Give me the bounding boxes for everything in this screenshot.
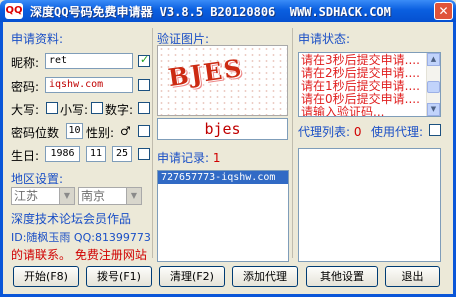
uppercase-checkbox[interactable] <box>46 102 58 114</box>
close-button[interactable]: ✕ <box>434 2 453 20</box>
digit-label: 数字: <box>105 103 134 117</box>
title-bar: QQ 深度QQ号码免费申请器 V3.8.5 B20120806 WWW.SDHA… <box>0 0 456 22</box>
birth-month-field[interactable]: 11 <box>86 146 106 162</box>
start-button[interactable]: 开始(F8) <box>13 266 79 287</box>
chevron-down-icon: ▼ <box>126 188 141 204</box>
column-divider <box>152 28 153 258</box>
records-list[interactable]: 727657773-iqshw.com <box>157 170 289 262</box>
use-proxy-label: 使用代理: <box>371 125 424 139</box>
notice-text: 的请联系。 免费注册网站 <box>11 248 147 262</box>
captcha-image[interactable]: BJES <box>157 45 288 116</box>
password-length-label: 密码位数 <box>11 126 60 140</box>
window-title: 深度QQ号码免费申请器 V3.8.5 B20120806 WWW.SDHACK.… <box>30 5 391 19</box>
proxy-list[interactable] <box>298 148 441 262</box>
chevron-down-icon: ▼ <box>59 188 74 204</box>
birthday-checkbox[interactable] <box>138 148 150 160</box>
status-heading: 申请状态: <box>298 32 351 46</box>
nickname-label: 昵称: <box>11 56 40 70</box>
proxy-list-label: 代理列表: 0 <box>298 123 362 140</box>
password-checkbox[interactable] <box>138 79 150 91</box>
scroll-thumb[interactable] <box>427 81 440 93</box>
add-proxy-button[interactable]: 添加代理 <box>232 266 298 287</box>
gender-label: 性别: <box>86 126 115 140</box>
nickname-checkbox[interactable] <box>138 53 150 67</box>
author-text: ID:随枫玉雨 QQ:81399773 <box>11 231 151 244</box>
birth-year-field[interactable]: 1986 <box>45 146 80 162</box>
captcha-input[interactable]: bjes <box>157 118 288 140</box>
records-heading-label: 申请记录: <box>157 151 210 165</box>
status-scrollbar[interactable]: ▲ ▼ <box>426 53 440 116</box>
use-proxy-checkbox[interactable] <box>429 124 441 136</box>
city-value: 南京 <box>81 189 106 203</box>
password-field[interactable]: iqshw.com <box>45 77 133 93</box>
nickname-field[interactable]: ret <box>45 53 133 69</box>
birthday-label: 生日: <box>11 149 40 163</box>
gender-checkbox[interactable] <box>138 125 150 137</box>
proxy-count: 0 <box>353 125 362 139</box>
other-settings-button[interactable]: 其他设置 <box>306 266 378 287</box>
city-select[interactable]: 南京 ▼ <box>78 187 142 205</box>
list-item[interactable]: 727657773-iqshw.com <box>158 171 288 184</box>
status-list[interactable]: 请在3秒后提交申请.... 请在2秒后提交申请.... 请在1秒后提交申请...… <box>298 52 441 117</box>
status-lines: 请在3秒后提交申请.... 请在2秒后提交申请.... 请在1秒后提交申请...… <box>301 54 420 117</box>
uppercase-label: 大写: <box>11 103 40 117</box>
proxy-list-text: 代理列表: <box>298 125 351 139</box>
clear-button[interactable]: 清理(F2) <box>159 266 225 287</box>
column-divider <box>292 28 293 258</box>
password-label: 密码: <box>11 80 40 94</box>
digit-checkbox[interactable] <box>138 102 150 114</box>
records-heading: 申请记录: 1 <box>157 149 221 166</box>
region-heading: 地区设置: <box>11 172 64 186</box>
password-length-field[interactable]: 10 <box>66 123 83 139</box>
credit-text: 深度技术论坛会员作品 <box>11 212 132 226</box>
gender-value: ♂ <box>120 124 131 138</box>
app-icon: QQ <box>5 3 23 19</box>
scroll-down-icon[interactable]: ▼ <box>427 103 440 116</box>
scroll-up-icon[interactable]: ▲ <box>427 53 440 66</box>
apply-info-heading: 申请资料: <box>11 32 64 46</box>
records-count: 1 <box>212 151 221 165</box>
birth-day-field[interactable]: 25 <box>112 146 132 162</box>
lowercase-label: 小写: <box>60 103 89 117</box>
province-value: 江苏 <box>14 189 39 203</box>
status-line: 请输入验证码... <box>301 105 385 117</box>
lowercase-checkbox[interactable] <box>91 102 103 114</box>
exit-button[interactable]: 退出 <box>385 266 440 287</box>
province-select[interactable]: 江苏 ▼ <box>11 187 75 205</box>
dial-button[interactable]: 拨号(F1) <box>86 266 152 287</box>
